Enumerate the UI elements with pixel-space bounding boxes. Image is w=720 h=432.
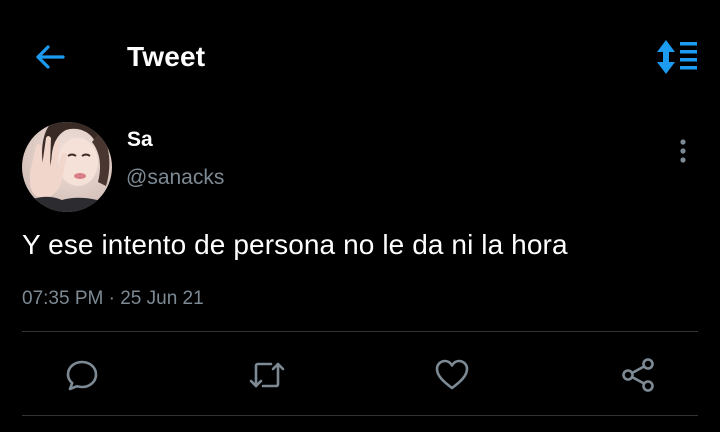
divider — [22, 331, 698, 332]
page-title: Tweet — [127, 41, 206, 72]
reply-icon — [66, 360, 98, 391]
share-icon — [622, 358, 654, 392]
timestamp-separator: · — [108, 288, 115, 309]
sort-button[interactable] — [652, 36, 702, 78]
avatar[interactable] — [22, 122, 112, 212]
tweet-time: 07:35 PM — [22, 288, 104, 309]
like-button[interactable] — [424, 350, 480, 400]
more-options-button[interactable] — [666, 132, 700, 170]
author-handle[interactable]: @sanacks — [126, 165, 224, 191]
tweet-timestamp: 07:35 PM · 25 Jun 21 — [22, 286, 204, 312]
author-name[interactable]: Sa — [127, 127, 153, 153]
retweet-button[interactable] — [239, 350, 295, 400]
arrow-left-icon — [36, 45, 65, 69]
share-button[interactable] — [610, 350, 666, 400]
like-icon — [435, 359, 469, 390]
divider — [22, 415, 698, 416]
back-button[interactable] — [28, 38, 70, 76]
sort-list-icon — [657, 40, 697, 74]
more-vertical-icon — [680, 139, 686, 163]
reply-button[interactable] — [54, 350, 110, 400]
profile-photo — [22, 122, 112, 212]
tweet-date: 25 Jun 21 — [120, 288, 204, 309]
tweet-text: Y ese intento de persona no le da ni la … — [22, 229, 568, 260]
retweet-icon — [249, 362, 285, 388]
app-header: Tweet — [0, 0, 720, 112]
